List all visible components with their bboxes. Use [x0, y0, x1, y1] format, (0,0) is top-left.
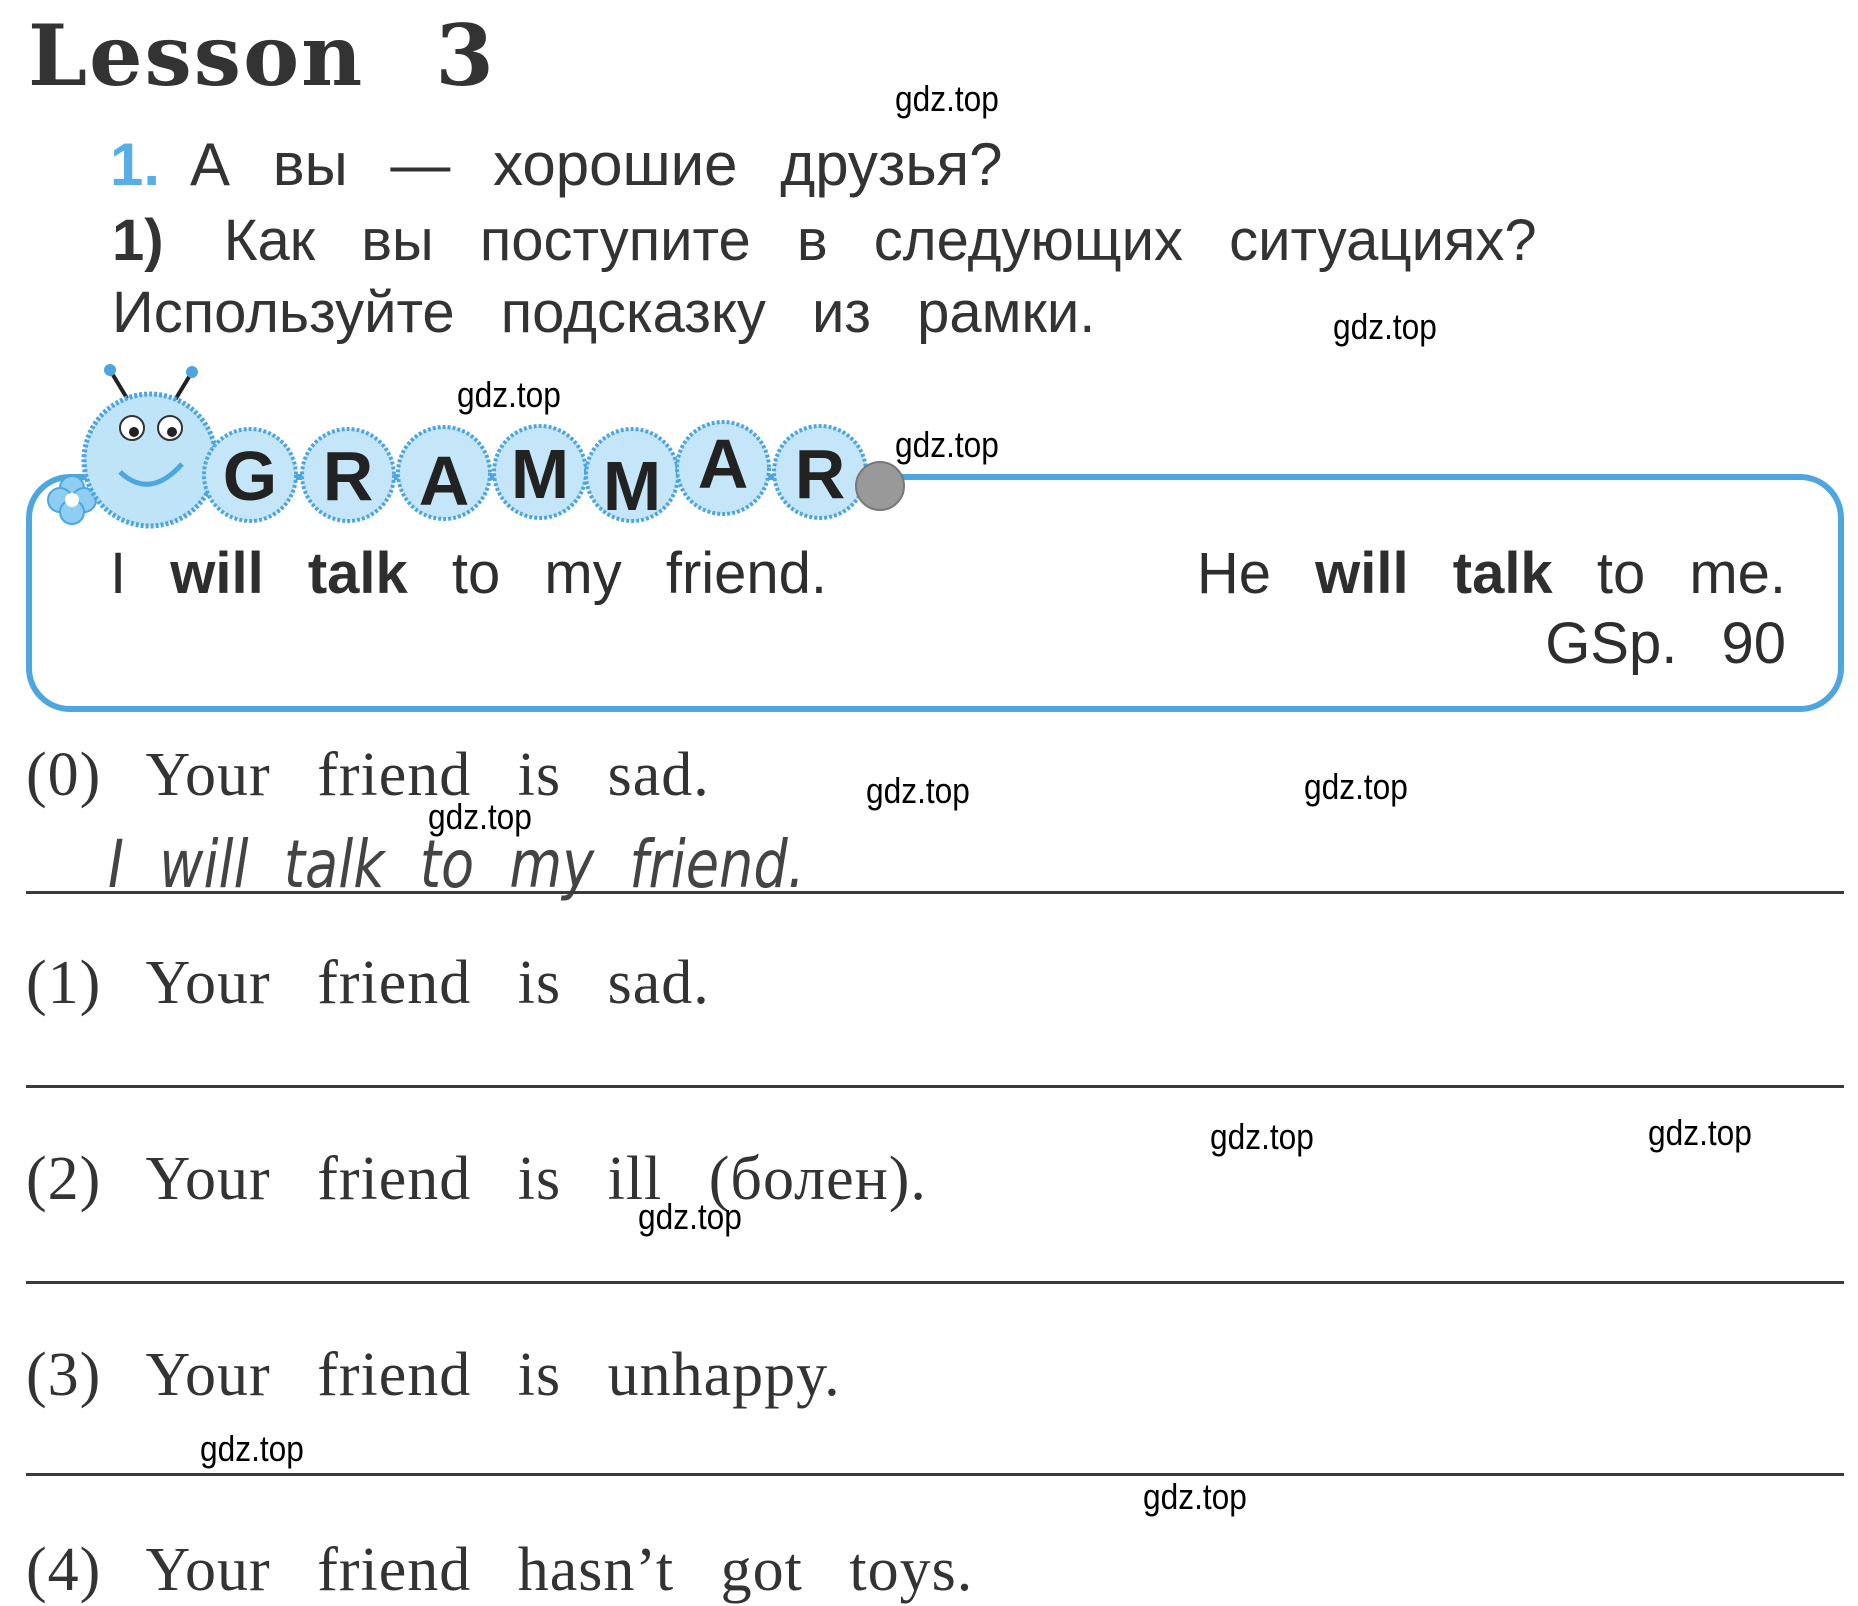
exercise-item-0: (0) Your friend is sad.: [26, 741, 710, 809]
lesson-title: Lesson 3: [28, 6, 496, 105]
logo-letter: A: [419, 442, 470, 520]
exercise-instruction: 1) Как вы поступите в следующих ситуация…: [112, 205, 1842, 349]
watermark: gdz.top: [457, 374, 561, 415]
watermark: gdz.top: [895, 424, 999, 465]
example-bold-word: talk: [1452, 541, 1553, 606]
answer-line-2[interactable]: [26, 1281, 1844, 1284]
example-word: to my friend.: [451, 541, 828, 606]
example-word: to me.: [1596, 541, 1786, 606]
logo-letter: A: [698, 425, 749, 503]
watermark: gdz.top: [1304, 766, 1408, 807]
answer-line-1[interactable]: [26, 1085, 1844, 1088]
sub-number: 1): [112, 208, 164, 273]
watermark: gdz.top: [428, 796, 532, 837]
instruction-text: Как вы поступите в следующих ситуациях? …: [112, 208, 1537, 345]
watermark: gdz.top: [1210, 1116, 1314, 1157]
watermark: gdz.top: [866, 770, 970, 811]
caterpillar-head-icon: [81, 364, 219, 529]
exercise-item-3: (3) Your friend is unhappy.: [26, 1341, 841, 1409]
example-bold-word: talk: [307, 541, 408, 606]
exercise-title: 1. А вы — хорошие друзья?: [110, 130, 1003, 199]
exercise-item-2: (2) Your friend is ill (болен).: [26, 1145, 927, 1213]
watermark: gdz.top: [200, 1428, 304, 1469]
watermark: gdz.top: [1333, 306, 1437, 347]
logo-letter: G: [223, 437, 277, 515]
logo-letter: M: [603, 447, 661, 525]
answer-line-0[interactable]: [26, 891, 1844, 894]
grammar-reference: GSp. 90: [1545, 611, 1786, 676]
example-word: He: [1196, 541, 1272, 606]
exercise-number: 1.: [110, 131, 161, 198]
example-bold-word: will: [170, 541, 264, 606]
exercise-title-text: А вы — хорошие друзья?: [190, 131, 1003, 198]
watermark: gdz.top: [895, 78, 999, 119]
grammar-example-right: He will talk to me.: [1197, 540, 1786, 607]
exercise-item-1: (1) Your friend is sad.: [26, 949, 710, 1017]
exercise-item-4: (4) Your friend hasn’t got toys.: [26, 1536, 974, 1604]
watermark: gdz.top: [1648, 1112, 1752, 1153]
grammar-letters: G R A M M A R: [202, 420, 905, 525]
watermark: gdz.top: [638, 1196, 742, 1237]
watermark: gdz.top: [1143, 1476, 1247, 1517]
logo-letter: R: [795, 435, 846, 513]
example-word: I: [110, 541, 127, 606]
example-bold-word: will: [1315, 541, 1409, 606]
grammar-example-left: I will talk to my friend.: [110, 540, 827, 607]
logo-letter: M: [511, 435, 569, 513]
answer-line-3[interactable]: [26, 1473, 1844, 1476]
logo-letter: R: [323, 437, 374, 515]
